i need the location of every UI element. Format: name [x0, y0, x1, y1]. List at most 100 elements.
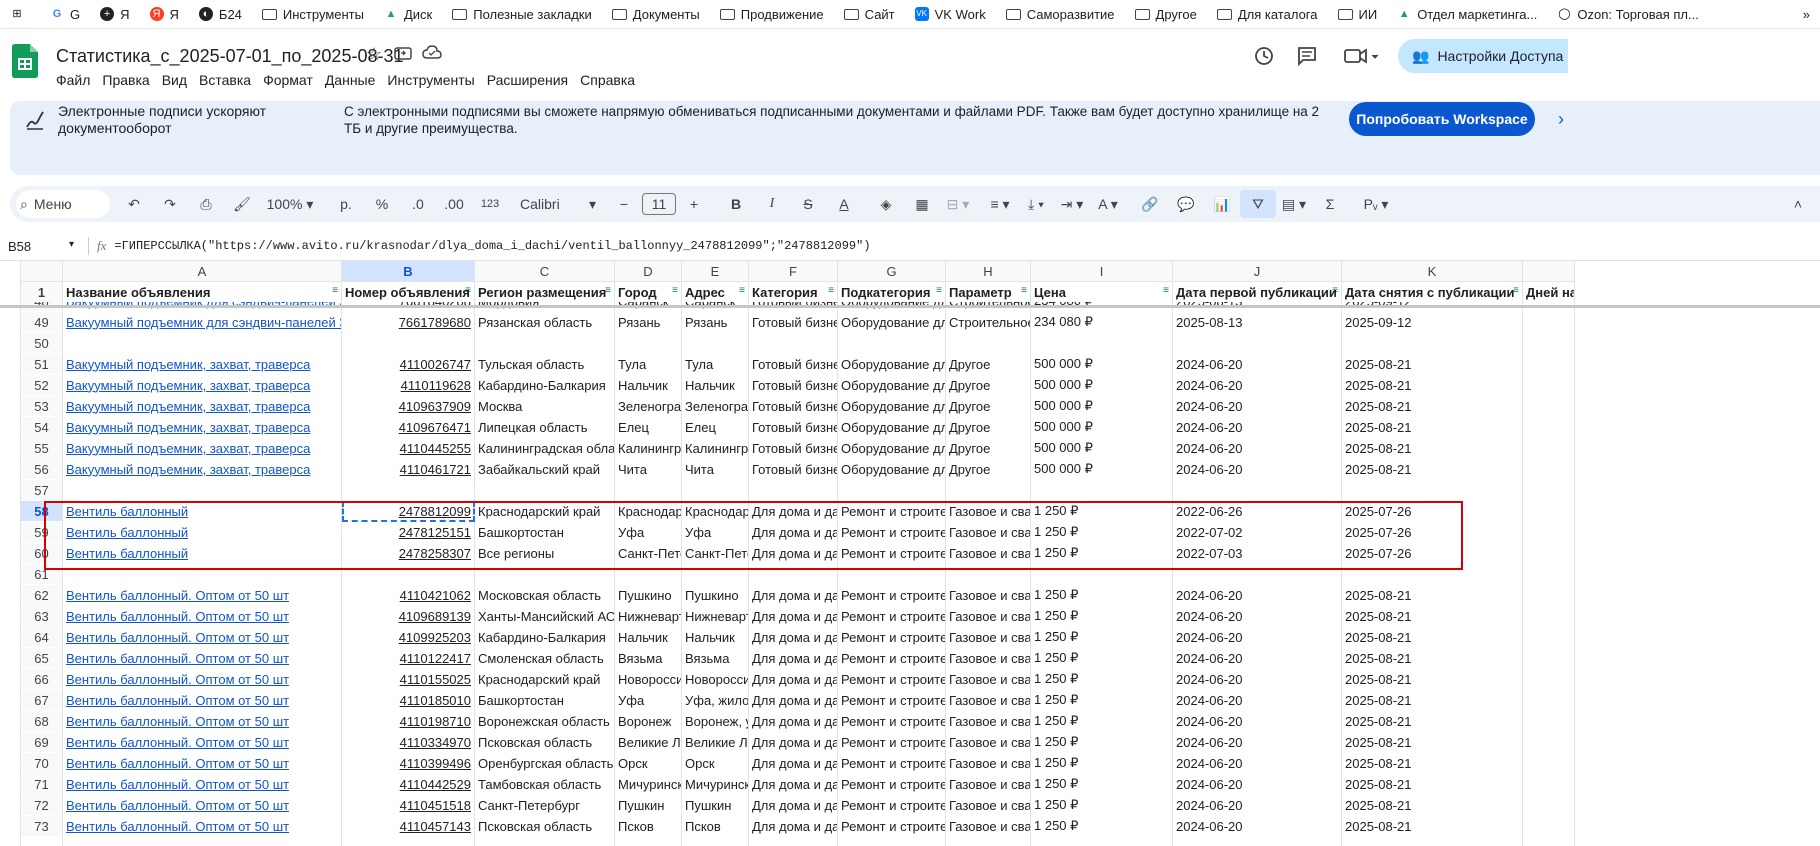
functions-icon[interactable]: Σ [1312, 190, 1348, 218]
column-header[interactable] [1522, 260, 1575, 282]
row-number[interactable]: 72 [20, 794, 63, 816]
cell[interactable]: Для дома и дачи [748, 710, 838, 732]
cell[interactable]: 500 000 ₽ [1030, 353, 1173, 375]
horizontal-align-icon[interactable]: ≡ ▾ [982, 190, 1018, 218]
bookmark-item[interactable]: Инструменты [252, 0, 374, 28]
cell[interactable] [945, 479, 1031, 501]
row-number[interactable]: 70 [20, 752, 63, 774]
cell[interactable]: 2024-06-20 [1172, 710, 1342, 732]
cell[interactable]: Воронежская область [474, 710, 615, 732]
cell[interactable]: Вентиль баллонный. Оптом от 50 шт [62, 605, 342, 627]
text-rotation-icon[interactable]: A ▾ [1090, 190, 1126, 218]
cell[interactable] [1172, 563, 1342, 585]
cell[interactable]: 2025-09-12 [1341, 311, 1523, 333]
column-header[interactable]: J [1172, 260, 1342, 282]
cell[interactable]: Газовое и сварочное [945, 647, 1031, 669]
column-header[interactable]: F [748, 260, 838, 282]
menu-item[interactable]: Вид [162, 72, 195, 88]
cell[interactable]: Псковская область [474, 815, 615, 837]
frozen-row-divider[interactable] [0, 305, 1820, 308]
cell[interactable] [1522, 416, 1575, 438]
cell[interactable]: Другое [945, 458, 1031, 480]
cell[interactable]: 4109689139 [341, 605, 475, 627]
cell[interactable]: Тула [681, 353, 749, 375]
decrease-decimal-button[interactable]: .0 [400, 190, 436, 218]
input-tools-icon[interactable]: Pᵥ ▾ [1358, 190, 1394, 218]
cell[interactable] [474, 332, 615, 354]
bookmark-item[interactable]: + Я [90, 0, 139, 28]
cell[interactable] [1341, 332, 1523, 354]
column-header[interactable]: E [681, 260, 749, 282]
cell[interactable]: Для дома и дачи [748, 542, 838, 564]
row-number[interactable]: 59 [20, 521, 63, 543]
bookmark-item[interactable]: ЯЯ [140, 0, 189, 28]
cell[interactable]: Орск [681, 752, 749, 774]
row-number[interactable]: 66 [20, 668, 63, 690]
cell[interactable]: Вакуумный подъемник, захват, траверса [62, 353, 342, 375]
cell[interactable]: 2025-08-21 [1341, 710, 1523, 732]
cell[interactable]: 1 250 ₽ [1030, 731, 1173, 753]
cell[interactable]: Зеленоград [681, 395, 749, 417]
cell[interactable]: Готовый бизнес [748, 374, 838, 396]
column-header[interactable]: B [341, 260, 475, 282]
cell[interactable]: Рязань [614, 311, 682, 333]
column-title-cell[interactable]: ≡ Номер объявления [341, 281, 475, 303]
cell[interactable]: 4109676471 [341, 416, 475, 438]
cell[interactable]: 4110122417 [341, 647, 475, 669]
row-number[interactable]: 73 [20, 815, 63, 837]
cell[interactable]: Оборудование для [837, 395, 946, 417]
cell[interactable]: Башкортостан [474, 521, 615, 543]
cell[interactable]: Уфа, жилой [681, 689, 749, 711]
cell[interactable]: 2024-06-20 [1172, 626, 1342, 648]
cell[interactable]: 1 250 ₽ [1030, 710, 1173, 732]
cell[interactable] [1522, 374, 1575, 396]
cell[interactable]: 1 250 ₽ [1030, 626, 1173, 648]
cell[interactable] [1522, 710, 1575, 732]
cell[interactable]: Елец [681, 416, 749, 438]
row-number[interactable]: 63 [20, 605, 63, 627]
cell[interactable]: Ремонт и строительство [837, 521, 946, 543]
column-title-cell[interactable]: ≡ Категория [748, 281, 838, 303]
history-icon[interactable] [1254, 46, 1274, 69]
cell[interactable]: Газовое и сварочное [945, 815, 1031, 837]
row-number[interactable]: 64 [20, 626, 63, 648]
cell[interactable]: 1 250 ₽ [1030, 794, 1173, 816]
cell[interactable]: Ремонт и строительство [837, 626, 946, 648]
cell[interactable]: Вентиль баллонный. Оптом от 50 шт [62, 647, 342, 669]
cell[interactable]: Санкт-Петербург [681, 542, 749, 564]
row-number[interactable]: 69 [20, 731, 63, 753]
cell[interactable]: Другое [945, 437, 1031, 459]
cell[interactable] [614, 479, 682, 501]
cell[interactable]: Газовое и сварочное [945, 584, 1031, 606]
cell[interactable] [1522, 458, 1575, 480]
cell[interactable]: 2024-06-20 [1172, 794, 1342, 816]
cell[interactable]: 2025-08-13 [1172, 311, 1342, 333]
bookmark-item[interactable]: ⊞ [0, 0, 40, 28]
cell[interactable]: Вязьма [681, 647, 749, 669]
menu-item[interactable]: Данные [325, 72, 384, 88]
cell[interactable]: Пушкин [681, 794, 749, 816]
cell[interactable]: Газовое и сварочное [945, 500, 1031, 522]
filter-dropdown-icon[interactable]: ≡ [936, 285, 942, 296]
cell[interactable]: Зеленоград [614, 395, 682, 417]
cell[interactable]: Газовое и сварочное [945, 668, 1031, 690]
cell[interactable] [1522, 605, 1575, 627]
cell[interactable]: Вентиль баллонный. Оптом от 50 шт [62, 731, 342, 753]
cell[interactable]: Уфа [614, 689, 682, 711]
text-wrap-icon[interactable]: ⇥ ▾ [1054, 190, 1090, 218]
font-size-decrease-icon[interactable]: − [606, 190, 642, 218]
cell[interactable]: Оборудование для [837, 311, 946, 333]
cell[interactable]: 2025-08-21 [1341, 395, 1523, 417]
row-number[interactable]: 68 [20, 710, 63, 732]
column-title-cell[interactable]: ≡ Подкатегория [837, 281, 946, 303]
filter-dropdown-icon[interactable]: ≡ [739, 285, 745, 296]
filter-dropdown-icon[interactable]: ≡ [1021, 285, 1027, 296]
cell[interactable]: Вентиль баллонный. Оптом от 50 шт [62, 710, 342, 732]
cell[interactable]: Ремонт и строительство [837, 605, 946, 627]
cell[interactable]: Краснодар [681, 500, 749, 522]
comments-icon[interactable] [1297, 46, 1317, 69]
select-all-corner[interactable] [20, 260, 63, 282]
bold-icon[interactable]: B [718, 190, 754, 218]
currency-button[interactable]: р. [328, 190, 364, 218]
cell[interactable]: Тамбовская область [474, 773, 615, 795]
